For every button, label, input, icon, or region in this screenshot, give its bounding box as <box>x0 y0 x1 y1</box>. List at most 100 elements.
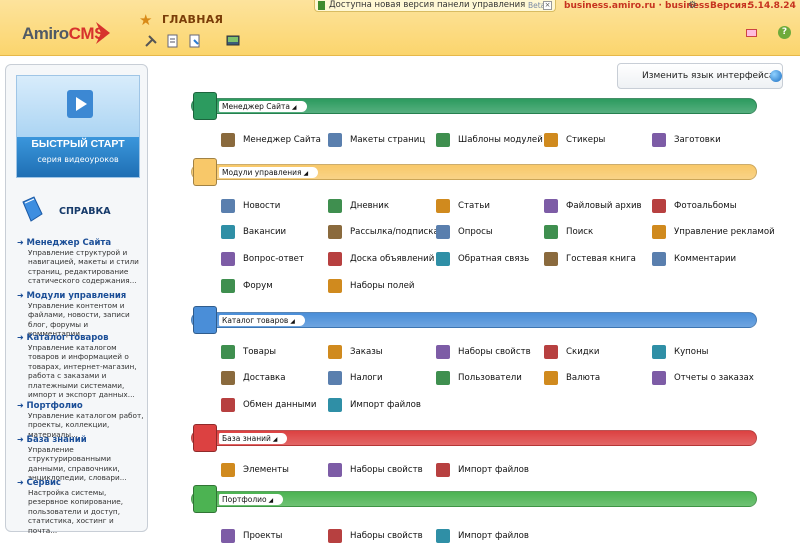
help-section[interactable]: ПортфолиоУправление каталогом работ, про… <box>17 401 145 439</box>
tools-icon[interactable] <box>144 34 158 48</box>
module-link[interactable]: Налоги <box>328 371 383 385</box>
module-icon <box>221 225 235 239</box>
module-link[interactable]: Опросы <box>436 225 493 239</box>
help-section[interactable]: Менеджер СайтаУправление структурой и на… <box>17 238 145 286</box>
section-bar[interactable]: Менеджер Сайта <box>191 98 757 114</box>
module-link[interactable]: Форум <box>221 279 273 293</box>
quick-start-banner[interactable]: БЫСТРЫЙ СТАРТ серия видеоуроков <box>16 75 140 178</box>
help-section[interactable]: Модули управленияУправление контентом и … <box>17 291 145 339</box>
module-link[interactable]: Импорт файлов <box>328 398 421 412</box>
amiro-logo[interactable]: AmiroCMS <box>22 24 105 44</box>
module-icon <box>221 252 235 266</box>
section-icon <box>193 158 217 186</box>
module-icon <box>221 463 235 477</box>
flag-icon <box>318 1 325 10</box>
module-link[interactable]: Заказы <box>328 345 383 359</box>
module-link[interactable]: Вакансии <box>221 225 286 239</box>
globe-icon[interactable] <box>770 70 782 82</box>
update-notification[interactable]: Доступна новая версия панели управления … <box>314 0 556 12</box>
module-link[interactable]: Новости <box>221 199 280 213</box>
change-language-button[interactable]: Изменить язык интерфейса <box>617 63 783 89</box>
module-label: Фотоальбомы <box>674 201 737 211</box>
module-label: Заготовки <box>674 135 721 145</box>
module-link[interactable]: Макеты страниц <box>328 133 425 147</box>
module-link[interactable]: Наборы свойств <box>328 463 423 477</box>
module-label: Купоны <box>674 347 709 357</box>
section-icon <box>193 485 217 513</box>
module-label: Форум <box>243 281 273 291</box>
module-link[interactable]: Обмен данными <box>221 398 316 412</box>
module-link[interactable]: Гостевая книга <box>544 252 636 266</box>
section-label[interactable]: Модули управления <box>219 167 319 178</box>
module-link[interactable]: Стикеры <box>544 133 605 147</box>
module-link[interactable]: Скидки <box>544 345 600 359</box>
module-label: Наборы свойств <box>350 465 423 475</box>
gear-icon[interactable]: ⚙ <box>688 0 697 11</box>
module-link[interactable]: Вопрос-ответ <box>221 252 304 266</box>
module-label: Наборы полей <box>350 281 415 291</box>
module-link[interactable]: Шаблоны модулей <box>436 133 543 147</box>
section-label[interactable]: Портфолио <box>219 494 284 505</box>
module-link[interactable]: Товары <box>221 345 276 359</box>
module-label: Комментарии <box>674 254 737 264</box>
module-label: Новости <box>243 201 281 211</box>
module-link[interactable]: Элементы <box>221 463 289 477</box>
section-icon <box>193 424 217 452</box>
module-label: Обратная связь <box>458 254 530 264</box>
help-section[interactable]: Каталог товаровУправление каталогом това… <box>17 333 145 399</box>
module-link[interactable]: Наборы свойств <box>436 345 531 359</box>
help-section[interactable]: СервисНастройка системы, резервное копир… <box>17 478 145 535</box>
module-label: Товары <box>243 347 277 357</box>
module-link[interactable]: Пользователи <box>436 371 522 385</box>
module-icon <box>436 199 450 213</box>
help-section[interactable]: База знанийУправление структурированными… <box>17 435 145 483</box>
section-bar[interactable]: Модули управления <box>191 164 757 180</box>
module-link[interactable]: Валюта <box>544 371 600 385</box>
section-bar[interactable]: Каталог товаров <box>191 312 757 328</box>
export-icon[interactable] <box>188 34 202 48</box>
module-link[interactable]: Импорт файлов <box>436 529 529 543</box>
module-icon <box>544 252 558 266</box>
module-link[interactable]: Купоны <box>652 345 708 359</box>
module-icon <box>436 529 450 543</box>
clear-cache-icon[interactable] <box>166 34 180 48</box>
monitor-icon[interactable] <box>226 34 240 48</box>
module-link[interactable]: Наборы полей <box>328 279 415 293</box>
module-label: Статьи <box>458 201 490 211</box>
module-link[interactable]: Обратная связь <box>436 252 529 266</box>
module-label: Импорт файлов <box>350 400 421 410</box>
quick-start-title: БЫСТРЫЙ СТАРТ <box>31 138 125 150</box>
module-icon <box>328 225 342 239</box>
section-bar[interactable]: Портфолио <box>191 491 757 507</box>
module-link[interactable]: Фотоальбомы <box>652 199 737 213</box>
module-link[interactable]: Заготовки <box>652 133 721 147</box>
module-link[interactable]: Наборы свойств <box>328 529 423 543</box>
help-icon[interactable]: ? <box>778 26 791 39</box>
page-title: ГЛАВНАЯ <box>162 13 224 26</box>
module-icon <box>652 252 666 266</box>
module-link[interactable]: Статьи <box>436 199 490 213</box>
module-link[interactable]: Поиск <box>544 225 593 239</box>
section-label[interactable]: Каталог товаров <box>219 315 305 326</box>
module-link[interactable]: Управление рекламой <box>652 225 775 239</box>
module-link[interactable]: Комментарии <box>652 252 736 266</box>
module-label: Доставка <box>243 373 286 383</box>
favorite-star-icon[interactable]: ★ <box>139 11 152 29</box>
module-link[interactable]: Дневник <box>328 199 389 213</box>
mail-icon[interactable] <box>746 29 757 37</box>
module-link[interactable]: Импорт файлов <box>436 463 529 477</box>
module-link[interactable]: Менеджер Сайта <box>221 133 321 147</box>
section-label[interactable]: Менеджер Сайта <box>219 101 307 112</box>
close-icon[interactable]: × <box>543 1 552 10</box>
module-icon <box>221 133 235 147</box>
module-icon <box>221 199 235 213</box>
module-link[interactable]: Отчеты о заказах <box>652 371 754 385</box>
section-bar[interactable]: База знаний <box>191 430 757 446</box>
section-label[interactable]: База знаний <box>219 433 288 444</box>
module-link[interactable]: Проекты <box>221 529 282 543</box>
module-link[interactable]: Файловый архив <box>544 199 642 213</box>
module-link[interactable]: Доставка <box>221 371 286 385</box>
module-link[interactable]: Рассылка/подписка <box>328 225 439 239</box>
module-label: Менеджер Сайта <box>243 135 321 145</box>
module-link[interactable]: Доска объявлений <box>328 252 434 266</box>
